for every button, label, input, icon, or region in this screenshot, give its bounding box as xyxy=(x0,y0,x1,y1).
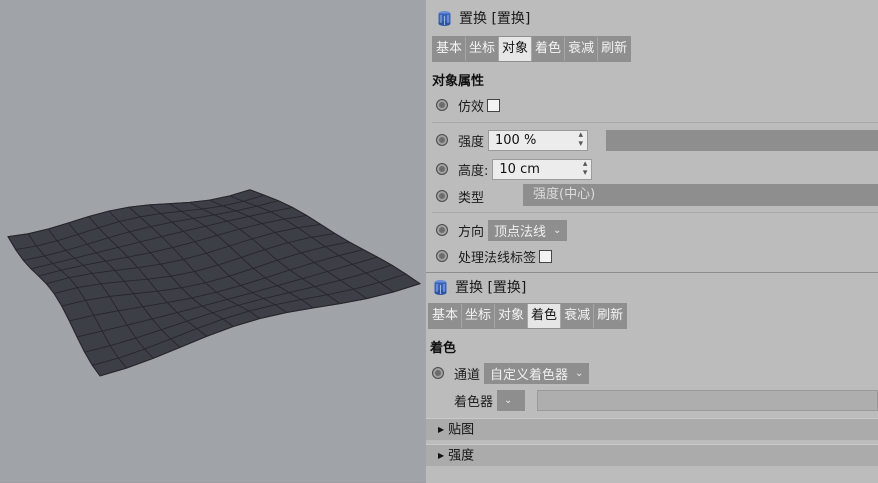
normal-tag-checkbox[interactable] xyxy=(539,249,553,263)
type-dropdown[interactable]: 强度(中心) xyxy=(523,184,878,206)
shader-row: 着色器 ⌄ xyxy=(454,388,526,412)
divider xyxy=(432,122,878,123)
shader-menu-button[interactable]: ⌄ xyxy=(497,389,526,411)
panel-title: 置换 [置换] xyxy=(432,277,526,297)
fold-strength-label: 强度 xyxy=(448,448,475,464)
normal-tag-row: 处理法线标签 xyxy=(436,244,553,268)
section-heading: 着色 xyxy=(430,341,457,356)
animation-radio[interactable] xyxy=(436,250,448,262)
imitate-label: 仿效 xyxy=(458,99,485,115)
tab-shading[interactable]: 着色 xyxy=(532,37,566,61)
displacer-object-panel: 置换 [置换] 基本 坐标 对象 着色 衰减 刷新 对象属性 仿效 强度 100… xyxy=(426,0,878,272)
channel-label: 通道 xyxy=(454,367,481,383)
tab-refresh[interactable]: 刷新 xyxy=(594,304,627,328)
attribute-tabs: 基本 坐标 对象 着色 衰减 刷新 xyxy=(428,303,628,329)
strength-label: 强度 xyxy=(458,134,485,150)
attribute-tabs: 基本 坐标 对象 着色 衰减 刷新 xyxy=(432,36,632,62)
shader-label: 着色器 xyxy=(454,394,494,410)
strength-row: 强度 100 % ▴ ▾ xyxy=(436,128,589,152)
chevron-down-icon: ⌄ xyxy=(553,224,562,236)
displacer-cylinder-icon xyxy=(434,279,447,295)
displacer-shading-panel: 置换 [置换] 基本 坐标 对象 着色 衰减 刷新 着色 通道 自定义着色器 ⌄… xyxy=(426,272,878,483)
divider xyxy=(432,212,878,213)
triangle-right-icon: ▶ xyxy=(438,451,445,460)
fold-texture[interactable]: ▶ 贴图 xyxy=(426,418,878,440)
fold-texture-label: 贴图 xyxy=(448,422,475,438)
fold-strength[interactable]: ▶ 强度 xyxy=(426,444,878,466)
channel-value: 自定义着色器 xyxy=(490,367,569,383)
panel-title: 置换 [置换] xyxy=(436,8,530,28)
height-label: 高度: xyxy=(458,163,489,179)
tab-object[interactable]: 对象 xyxy=(495,304,529,328)
tab-coord[interactable]: 坐标 xyxy=(462,304,496,328)
triangle-right-icon: ▶ xyxy=(438,425,445,434)
chevron-down-icon: ⌄ xyxy=(575,367,584,379)
direction-row: 方向 顶点法线 ⌄ xyxy=(436,218,568,242)
animation-radio[interactable] xyxy=(436,190,448,202)
animation-radio[interactable] xyxy=(436,99,448,111)
height-input[interactable]: 10 cm ▴ ▾ xyxy=(492,158,593,180)
tab-coord[interactable]: 坐标 xyxy=(466,37,500,61)
tab-shading[interactable]: 着色 xyxy=(528,304,562,328)
height-row: 高度: 10 cm ▴ ▾ xyxy=(436,157,593,181)
tab-object[interactable]: 对象 xyxy=(499,37,533,61)
type-row: 类型 xyxy=(436,184,484,208)
3d-viewport[interactable] xyxy=(0,0,426,482)
imitate-row: 仿效 xyxy=(436,93,501,117)
animation-radio[interactable] xyxy=(432,367,444,379)
imitate-checkbox[interactable] xyxy=(487,98,501,112)
normal-tag-label: 处理法线标签 xyxy=(458,250,537,266)
animation-radio[interactable] xyxy=(436,163,448,175)
displaced-plane-mesh[interactable] xyxy=(0,0,426,482)
animation-radio[interactable] xyxy=(436,224,448,236)
channel-dropdown[interactable]: 自定义着色器 ⌄ xyxy=(484,362,590,384)
tab-basic[interactable]: 基本 xyxy=(429,304,463,328)
shader-slot[interactable] xyxy=(537,390,878,411)
tab-basic[interactable]: 基本 xyxy=(433,37,467,61)
section-heading: 对象属性 xyxy=(432,74,485,89)
animation-radio[interactable] xyxy=(436,134,448,146)
stepper-arrows-icon[interactable]: ▴ ▾ xyxy=(583,160,588,178)
panel-title-text: 置换 [置换] xyxy=(455,280,527,296)
tab-falloff[interactable]: 衰减 xyxy=(565,37,599,61)
type-label: 类型 xyxy=(458,190,485,206)
strength-slider[interactable] xyxy=(606,130,878,151)
panel-title-text: 置换 [置换] xyxy=(459,11,531,27)
direction-dropdown[interactable]: 顶点法线 ⌄ xyxy=(488,219,568,241)
strength-input[interactable]: 100 % ▴ ▾ xyxy=(488,129,589,151)
direction-label: 方向 xyxy=(458,224,485,240)
channel-row: 通道 自定义着色器 ⌄ xyxy=(432,361,590,385)
displacer-cylinder-icon xyxy=(438,10,451,26)
stepper-arrows-icon[interactable]: ▴ ▾ xyxy=(578,131,583,149)
strength-value: 100 % xyxy=(495,132,537,148)
tab-falloff[interactable]: 衰减 xyxy=(561,304,595,328)
tab-refresh[interactable]: 刷新 xyxy=(598,37,631,61)
chevron-down-icon: ⌄ xyxy=(504,394,513,406)
direction-value: 顶点法线 xyxy=(494,224,547,240)
height-value: 10 cm xyxy=(499,161,540,177)
